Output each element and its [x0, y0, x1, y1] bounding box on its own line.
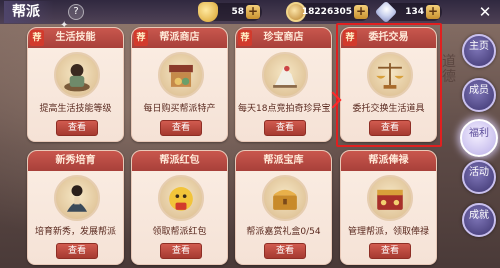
side-tab-members[interactable]: 成员: [462, 78, 496, 112]
view-button[interactable]: 查看: [264, 243, 306, 259]
card-consignment-trade[interactable]: 荐 委托交易 委托交换生活道具 查看: [340, 27, 437, 142]
card-guild-shop[interactable]: 荐 帮派商店 每日购买帮派特产 查看: [131, 27, 228, 142]
side-tab-label: 成就: [469, 210, 489, 221]
card-title: 生活技能: [55, 32, 96, 43]
card-guild-red-packet[interactable]: 帮派红包 领取帮派红包 查看: [131, 150, 228, 265]
card-title: 新秀培育: [55, 155, 96, 166]
card-title: 帮派宝库: [263, 155, 304, 166]
gold-ingot-icon: [198, 2, 218, 22]
gem-resource: 134 +: [374, 0, 442, 24]
card-description: 委托交换生活道具: [352, 104, 425, 114]
card-title: 委托交易: [368, 32, 409, 43]
card-description: 帮派嘉赏礼盒0/54: [246, 227, 321, 237]
view-button[interactable]: 查看: [160, 120, 202, 136]
page-title: 帮派: [4, 1, 54, 23]
card-title: 帮派俸禄: [368, 155, 409, 166]
gem-value: 134: [405, 7, 424, 17]
newcomer-training-illustration-icon: [54, 175, 100, 221]
treasure-shop-illustration-icon: [262, 52, 308, 98]
card-guild-treasury[interactable]: 帮派宝库 帮派嘉赏礼盒0/54 查看: [235, 150, 332, 265]
card-newcomer-training[interactable]: 新秀培育 培育新秀，发展帮派 查看: [27, 150, 124, 265]
view-button[interactable]: 查看: [369, 120, 411, 136]
view-button[interactable]: 查看: [264, 120, 306, 136]
card-title: 帮派商店: [159, 32, 200, 43]
red-packet-illustration-icon: [158, 175, 204, 221]
card-treasure-shop[interactable]: 荐 珍宝商店 每天18点竞拍奇珍异宝 查看: [235, 27, 332, 142]
treasury-illustration-icon: [262, 175, 308, 221]
view-button[interactable]: 查看: [369, 243, 411, 259]
view-button[interactable]: 查看: [160, 243, 202, 259]
side-tab-home[interactable]: 主页: [462, 34, 496, 68]
side-tab-label: 福利: [469, 128, 489, 139]
close-icon[interactable]: ✕: [476, 4, 494, 20]
card-description: 领取帮派红包: [152, 227, 207, 237]
card-description: 每日购买帮派特产: [143, 104, 216, 114]
view-button[interactable]: 查看: [56, 120, 98, 136]
scale-illustration-icon: [367, 52, 413, 98]
salary-illustration-icon: [367, 175, 413, 221]
help-button[interactable]: ?: [68, 4, 84, 20]
gold-ingot-resource: 58 +: [198, 2, 262, 22]
side-tab-achievements[interactable]: 成就: [462, 203, 496, 237]
card-title: 珍宝商店: [263, 32, 304, 43]
side-tab-label: 主页: [469, 41, 489, 52]
card-description: 管理帮派，领取俸禄: [347, 227, 429, 237]
life-skills-illustration-icon: [54, 52, 100, 98]
card-life-skills[interactable]: 荐 生活技能 提高生活技能等级 查看: [27, 27, 124, 142]
add-coin-button[interactable]: +: [354, 5, 368, 19]
add-gold-ingot-button[interactable]: +: [246, 5, 260, 19]
coin-value: 18226305: [301, 7, 352, 17]
card-title: 帮派红包: [159, 155, 200, 166]
guild-shop-illustration-icon: [158, 52, 204, 98]
side-tab-label: 活动: [469, 167, 489, 178]
side-tab-activities[interactable]: 活动: [462, 160, 496, 194]
add-gem-button[interactable]: +: [426, 5, 440, 19]
side-tab-label: 成员: [469, 85, 489, 96]
side-tab-welfare[interactable]: 福利: [460, 119, 498, 157]
card-guild-salary[interactable]: 帮派俸禄 管理帮派，领取俸禄 查看: [340, 150, 437, 265]
card-description: 每天18点竞拍奇珍异宝: [238, 104, 331, 114]
coin-resource: 18226305 +: [286, 2, 370, 22]
card-description: 提高生活技能等级: [39, 104, 112, 114]
background-calligraphy: 道德: [442, 54, 456, 85]
gold-ingot-value: 58: [231, 7, 244, 17]
view-button[interactable]: 查看: [56, 243, 98, 259]
card-description: 培育新秀，发展帮派: [34, 227, 116, 237]
